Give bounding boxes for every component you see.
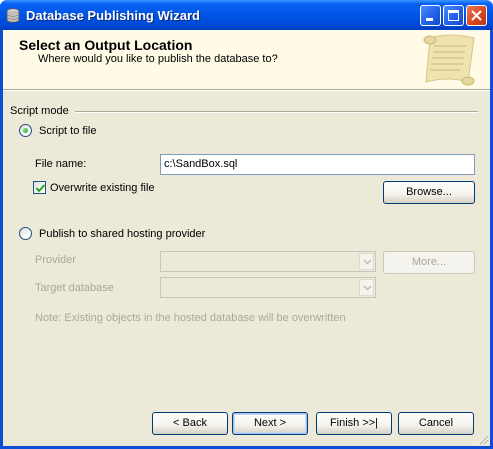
page-title: Select an Output Location [19,37,193,53]
publish-to-host-radio[interactable] [19,227,32,240]
window-title: Database Publishing Wizard [26,8,200,23]
resize-grip-icon[interactable] [477,433,489,445]
back-button[interactable]: < Back [152,412,228,435]
group-divider [75,111,478,113]
close-icon [471,10,482,21]
dialog-body: Select an Output Location Where would yo… [3,30,490,446]
script-to-file-label[interactable]: Script to file [39,125,96,137]
minimize-button[interactable] [420,5,441,26]
file-name-input[interactable]: c:\SandBox.sql [160,154,475,175]
checkmark-icon [35,184,46,193]
overwrite-label[interactable]: Overwrite existing file [50,182,155,194]
target-database-dropdown-button[interactable] [359,279,374,296]
script-mode-group-label: Script mode [10,105,69,117]
maximize-button[interactable] [443,5,464,26]
target-database-label: Target database [35,282,114,294]
provider-dropdown-button[interactable] [359,253,374,270]
chevron-down-icon [363,259,372,265]
publish-to-host-label[interactable]: Publish to shared hosting provider [39,228,205,240]
chevron-down-icon [363,285,372,291]
next-button[interactable]: Next > [232,412,308,435]
page-subtitle: Where would you like to publish the data… [38,53,278,65]
cancel-button[interactable]: Cancel [398,412,474,435]
maximize-icon [448,10,459,21]
wizard-header: Select an Output Location Where would yo… [3,30,490,90]
file-name-label: File name: [35,158,87,170]
script-to-file-radio[interactable] [19,124,32,137]
scroll-icon [423,34,475,86]
target-database-select[interactable] [160,277,376,298]
finish-button[interactable]: Finish >>| [316,412,392,435]
database-icon [6,8,20,23]
close-button[interactable] [466,5,487,26]
overwrite-checkbox[interactable] [33,181,46,194]
browse-button[interactable]: Browse... [383,181,475,204]
wizard-window: Database Publishing Wizard Select an Out… [0,0,493,449]
title-bar[interactable]: Database Publishing Wizard [0,0,493,30]
header-divider [3,90,490,91]
provider-label: Provider [35,254,76,266]
provider-select[interactable] [160,251,376,272]
radio-selected-dot [23,128,28,133]
overwrite-note: Note: Existing objects in the hosted dat… [35,312,346,324]
more-button[interactable]: More... [383,251,475,274]
minimize-icon [426,18,433,21]
